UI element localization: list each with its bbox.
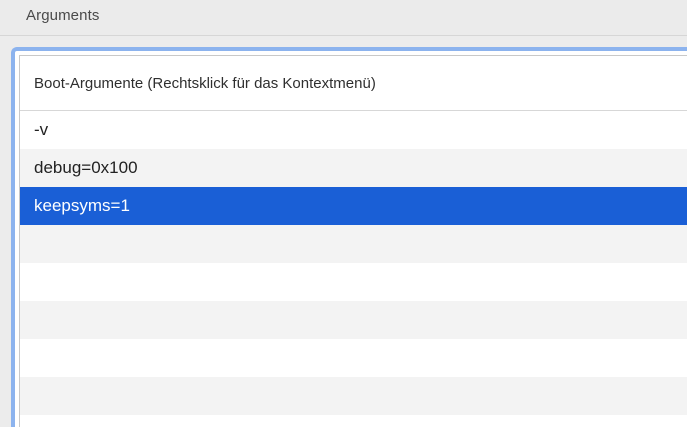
table-rows: -v debug=0x100 keepsyms=1 <box>20 111 687 427</box>
table-row[interactable] <box>20 339 687 377</box>
table-body: Boot-Argumente (Rechtsklick für das Kont… <box>19 55 687 427</box>
row-value: keepsyms=1 <box>34 196 130 215</box>
table-row[interactable] <box>20 301 687 339</box>
boot-arguments-table[interactable]: Boot-Argumente (Rechtsklick für das Kont… <box>11 47 687 427</box>
column-header-label: Boot-Argumente (Rechtsklick für das Kont… <box>34 75 376 92</box>
table-row-selected[interactable]: keepsyms=1 <box>20 187 687 225</box>
table-row[interactable] <box>20 225 687 263</box>
table-row[interactable]: -v <box>20 111 687 149</box>
table-row[interactable] <box>20 377 687 415</box>
section-header: Arguments <box>0 0 687 36</box>
section-title: Arguments <box>26 7 100 24</box>
row-value: -v <box>34 120 49 139</box>
row-value: debug=0x100 <box>34 158 138 177</box>
table-column-header[interactable]: Boot-Argumente (Rechtsklick für das Kont… <box>20 56 687 111</box>
table-row[interactable] <box>20 263 687 301</box>
table-row[interactable]: debug=0x100 <box>20 149 687 187</box>
